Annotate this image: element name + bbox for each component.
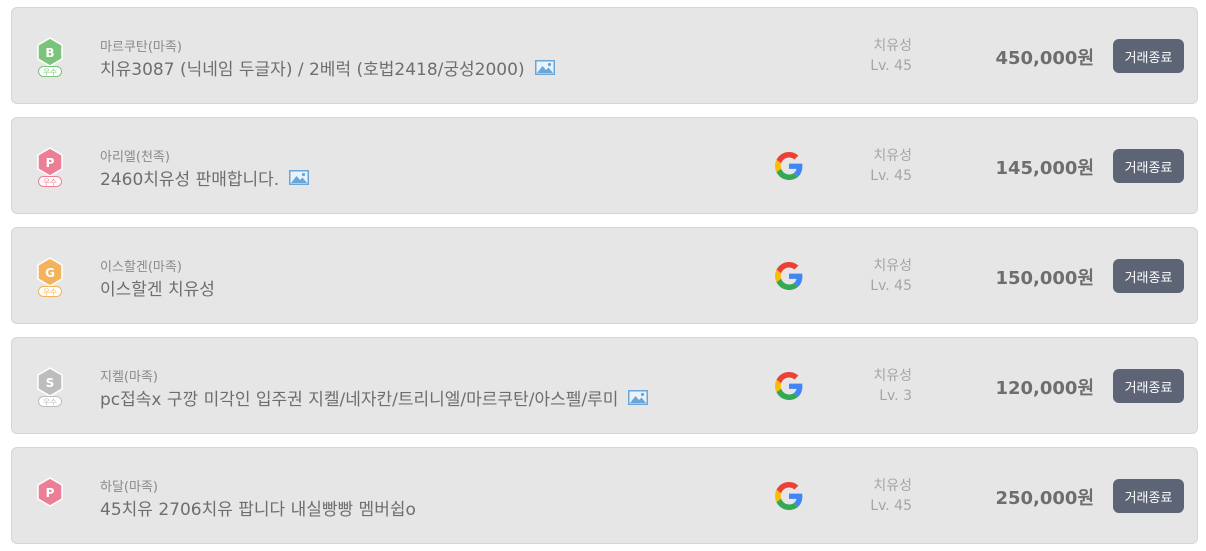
- trade-listing-list: B 우수 마르쿠탄(마족) 치유3087 (닉네임 두글자) / 2베럭 (호법2…: [0, 0, 1206, 551]
- listing-price: 145,000원: [995, 158, 1094, 179]
- seller-grade-badge-icon: S 우수: [34, 366, 66, 408]
- badge-label: 우수: [43, 178, 57, 187]
- badge-letter: P: [46, 156, 55, 170]
- trade-complete-button[interactable]: 거래종료: [1113, 149, 1184, 183]
- listing-title-line[interactable]: 치유3087 (닉네임 두글자) / 2베럭 (호법2418/궁성2000): [100, 55, 555, 80]
- trade-complete-button[interactable]: 거래종료: [1113, 369, 1184, 403]
- listing-title[interactable]: 이스할겐 치유성: [100, 275, 215, 300]
- server-name: 하달(마족): [100, 480, 158, 495]
- listing-title-line[interactable]: pc접속x 구깡 미각인 입주권 지켈/네자칸/트리니엘/마르쿠탄/아스펠/루미: [100, 385, 649, 410]
- listing-title-line[interactable]: 2460치유성 판매합니다.: [100, 165, 310, 190]
- listing-price: 120,000원: [995, 378, 1094, 399]
- listing-row[interactable]: P 하달(마족) 45치유 2706치유 팝니다 내실빵빵 멤버쉽o 치유성 L…: [11, 447, 1198, 544]
- listing-title[interactable]: 치유3087 (닉네임 두글자) / 2베럭 (호법2418/궁성2000): [100, 55, 525, 80]
- badge-label: 우수: [43, 398, 57, 407]
- seller-grade-badge-icon: P 우수: [34, 146, 66, 188]
- google-account-icon: [775, 372, 803, 400]
- trade-complete-button[interactable]: 거래종료: [1113, 479, 1184, 513]
- character-level: Lv. 45: [870, 168, 912, 184]
- listing-row[interactable]: S 우수 지켈(마족) pc접속x 구깡 미각인 입주권 지켈/네자칸/트리니엘/…: [11, 337, 1198, 434]
- badge-letter: B: [45, 46, 54, 60]
- badge-label: 우수: [43, 288, 57, 297]
- listing-price: 150,000원: [995, 268, 1094, 289]
- character-level: Lv. 45: [870, 58, 912, 74]
- character-class: 치유성: [873, 258, 912, 274]
- listing-row[interactable]: B 우수 마르쿠탄(마족) 치유3087 (닉네임 두글자) / 2베럭 (호법2…: [11, 7, 1198, 104]
- image-attached-icon: [534, 59, 555, 75]
- server-name: 마르쿠탄(마족): [100, 40, 182, 55]
- server-name: 지켈(마족): [100, 370, 158, 385]
- google-account-icon: [775, 262, 803, 290]
- trade-complete-button[interactable]: 거래종료: [1113, 39, 1184, 73]
- listing-title[interactable]: pc접속x 구깡 미각인 입주권 지켈/네자칸/트리니엘/마르쿠탄/아스펠/루미: [100, 385, 618, 410]
- image-attached-icon: [289, 169, 310, 185]
- character-class: 치유성: [873, 38, 912, 54]
- badge-letter: S: [46, 376, 55, 390]
- listing-title[interactable]: 2460치유성 판매합니다.: [100, 165, 279, 190]
- listing-row[interactable]: P 우수 아리엘(천족) 2460치유성 판매합니다. 치유성 Lv. 45 14…: [11, 117, 1198, 214]
- trade-complete-button[interactable]: 거래종료: [1113, 259, 1184, 293]
- google-account-icon: [775, 482, 803, 510]
- seller-grade-badge-icon: G 우수: [34, 256, 66, 298]
- listing-price: 250,000원: [995, 488, 1094, 509]
- server-name: 이스할겐(마족): [100, 260, 182, 275]
- character-level: Lv. 3: [879, 388, 912, 404]
- badge-letter: P: [46, 486, 55, 500]
- seller-grade-badge-icon: B 우수: [34, 36, 66, 78]
- listing-title-line[interactable]: 이스할겐 치유성: [100, 275, 215, 300]
- image-attached-icon: [628, 389, 649, 405]
- listing-price: 450,000원: [995, 48, 1094, 69]
- listing-title-line[interactable]: 45치유 2706치유 팝니다 내실빵빵 멤버쉽o: [100, 495, 416, 520]
- character-level: Lv. 45: [870, 278, 912, 294]
- badge-label: 우수: [43, 68, 57, 77]
- server-name: 아리엘(천족): [100, 150, 170, 165]
- character-level: Lv. 45: [870, 498, 912, 514]
- character-class: 치유성: [873, 368, 912, 384]
- badge-letter: G: [45, 266, 55, 280]
- seller-grade-badge-icon: P: [34, 476, 66, 518]
- listing-row[interactable]: G 우수 이스할겐(마족) 이스할겐 치유성 치유성 Lv. 45 150,000…: [11, 227, 1198, 324]
- listing-title[interactable]: 45치유 2706치유 팝니다 내실빵빵 멤버쉽o: [100, 495, 416, 520]
- character-class: 치유성: [873, 148, 912, 164]
- google-account-icon: [775, 152, 803, 180]
- character-class: 치유성: [873, 478, 912, 494]
